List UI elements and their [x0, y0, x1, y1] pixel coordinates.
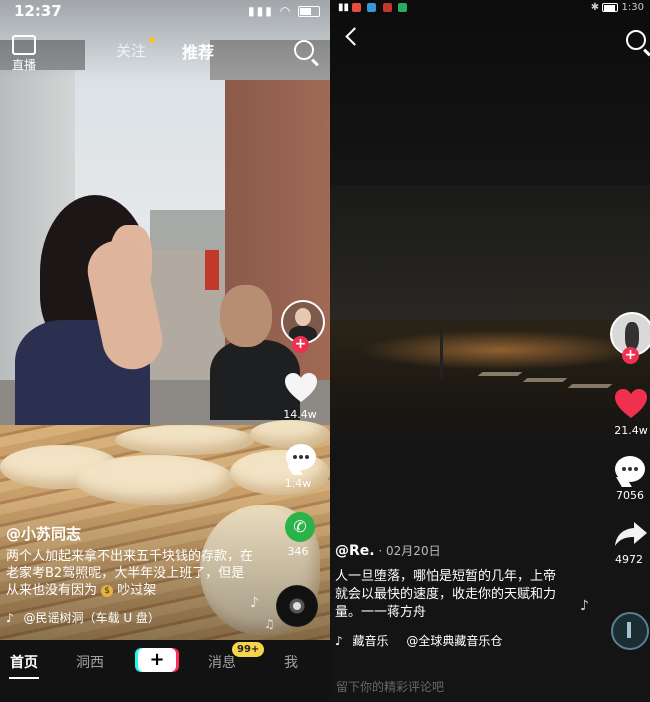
author-name[interactable]: @小苏同志 — [6, 523, 81, 544]
man-head — [220, 285, 272, 347]
nav-home[interactable]: 首页 — [10, 652, 38, 672]
caption-tail: 吵过架 — [117, 583, 157, 598]
red-lantern — [205, 250, 219, 290]
dot — [628, 467, 632, 471]
status-icons: ▮▮▮ ◠ — [248, 4, 320, 18]
signal-icon: ▮▮ — [338, 2, 350, 13]
post-caption: 人一旦堕落，哪怕是短暂的几年，上帝就会以最快的速度，收走你的天赋和力量。一一蒋方… — [335, 569, 557, 620]
signal-icon: ▮▮▮ — [248, 4, 274, 18]
status-icons-right: ✱ 1:30 — [591, 2, 644, 13]
nav-messages[interactable]: 消息 — [208, 652, 236, 672]
share-count: 346 — [287, 545, 309, 558]
crosswalk-stripe — [522, 378, 568, 382]
create-button[interactable]: + — [138, 648, 176, 672]
dot — [293, 455, 297, 459]
author-handle: @Re. — [335, 543, 375, 559]
battery-icon — [602, 2, 619, 12]
app-notification-icon — [382, 2, 392, 12]
status-time: 12:37 — [14, 2, 62, 20]
search-icon[interactable] — [626, 30, 646, 50]
coin-icon: $ — [101, 584, 114, 597]
bluetooth-icon: ✱ — [590, 2, 600, 13]
post-caption: 两个人加起来拿不出来五千块钱的存款，在老家考B2驾照呢，大半年没上班了，但是从来… — [6, 548, 254, 599]
tab-follow[interactable]: 关注 — [116, 40, 146, 61]
music-note-icon: ♫ — [264, 617, 275, 631]
comment-icon[interactable] — [615, 456, 645, 482]
live-label: 直播 — [12, 58, 37, 72]
wifi-icon: ◠ — [279, 4, 293, 18]
dark-trees — [330, 185, 650, 325]
battery-icon — [298, 6, 320, 17]
dot — [305, 455, 309, 459]
comment-count: 1.4w — [284, 477, 312, 490]
share-count: 4972 — [615, 553, 643, 566]
music-disc-icon[interactable] — [276, 585, 318, 627]
flatbread — [250, 420, 330, 448]
author-name[interactable]: @Re. · 02月20日 — [335, 542, 441, 559]
follow-plus-button[interactable]: + — [292, 336, 309, 353]
messages-badge: 99+ — [232, 642, 265, 657]
comment-placeholder[interactable]: 留下你的精彩评论吧 — [336, 678, 444, 695]
avatar-face — [295, 308, 311, 326]
avatar-figure — [625, 322, 639, 350]
like-count: 21.4w — [614, 424, 648, 437]
search-icon[interactable] — [294, 40, 314, 60]
tiktok-note-icon: ♪ — [335, 634, 343, 648]
status-time: 1:30 — [621, 2, 644, 13]
right-screenshot: ▮▮ ✱ 1:30 + 21.4w 7056 4972 ♪ @Re. · 02月… — [330, 0, 650, 702]
app-notification-icon — [352, 2, 362, 12]
music-disc-icon[interactable] — [611, 612, 649, 650]
like-count: 14.4w — [283, 408, 317, 421]
follow-plus-button[interactable]: + — [622, 347, 639, 364]
music-title: @全球典藏音乐仓 — [406, 634, 503, 648]
tv-icon — [12, 35, 36, 55]
dot — [634, 467, 638, 471]
street-light-glow — [360, 330, 640, 370]
app-notification-icon — [367, 2, 377, 12]
music-row[interactable]: ♪ @民谣树洞（车载 U 盘） — [6, 609, 160, 626]
crosswalk-stripe — [567, 384, 613, 388]
comment-bar[interactable]: 留下你的精彩评论吧 — [330, 672, 650, 702]
music-title: @民谣树洞（车载 U 盘） — [23, 611, 160, 625]
nav-active-indicator — [9, 677, 39, 679]
tiktok-note-icon: ♪ — [6, 611, 14, 625]
lamp-post — [440, 330, 443, 378]
app-notification-icon — [397, 2, 407, 12]
post-date: · 02月20日 — [374, 544, 441, 558]
flatbread — [115, 425, 255, 455]
music-label: 藏音乐 — [352, 634, 389, 648]
tab-recommend[interactable]: 推荐 — [182, 39, 214, 63]
share-arrow-icon[interactable] — [614, 520, 648, 548]
heart-icon[interactable] — [613, 388, 649, 420]
nav-second[interactable]: 洞西 — [76, 652, 104, 672]
heart-icon[interactable] — [284, 372, 318, 404]
new-dot — [149, 37, 155, 43]
music-note-icon: ♪ — [580, 598, 589, 614]
wechat-share-icon[interactable]: ✆ — [285, 512, 315, 542]
dot — [622, 467, 626, 471]
left-screenshot: 12:37 ▮▮▮ ◠ 直播 关注 推荐 + 14.4w 1.4w ✆ 346 … — [0, 0, 330, 702]
bottom-nav: 首页 洞西 + 消息 99+ 我 — [0, 640, 330, 702]
dot — [299, 455, 303, 459]
comment-icon[interactable] — [286, 444, 316, 470]
status-icons-left: ▮▮ — [338, 2, 410, 13]
live-button[interactable]: 直播 — [12, 35, 36, 73]
nav-me[interactable]: 我 — [284, 652, 298, 672]
crosswalk-stripe — [477, 372, 523, 376]
comment-count: 7056 — [616, 489, 644, 502]
music-row[interactable]: ♪ 藏音乐 @全球典藏音乐仓 — [335, 632, 502, 649]
